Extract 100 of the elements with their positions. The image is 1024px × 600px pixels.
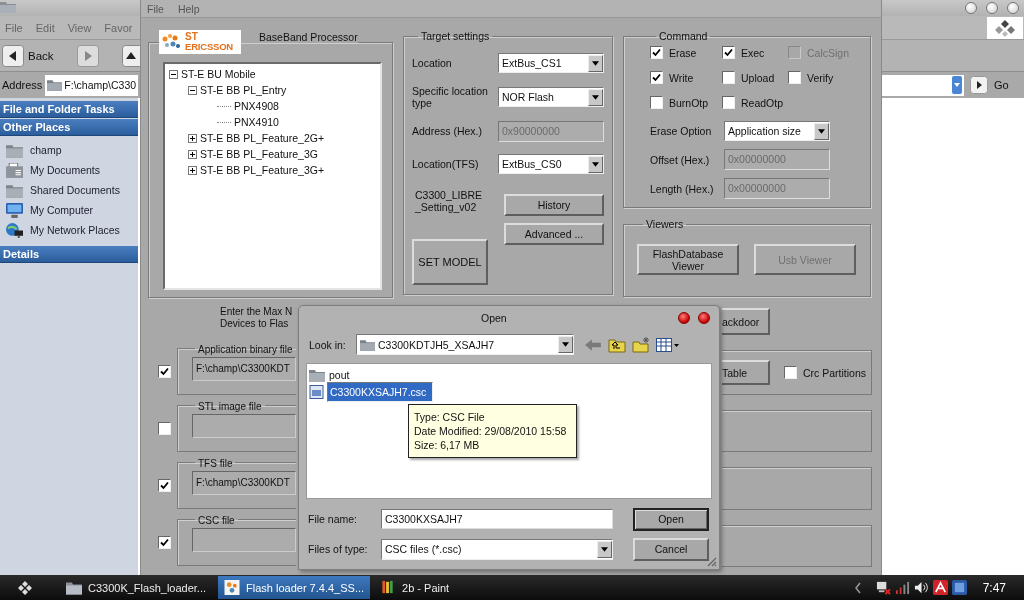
collapse-icon[interactable]	[169, 69, 178, 79]
app-tray-icon[interactable]	[951, 580, 967, 595]
checkbox[interactable]	[158, 422, 171, 435]
clock: 7:47	[982, 580, 1006, 595]
view-menu-icon[interactable]	[656, 337, 680, 352]
network-globe-icon	[6, 222, 23, 238]
window-button[interactable]	[678, 312, 690, 324]
menu-item[interactable]: Help	[177, 2, 200, 15]
group-title: Target settings	[421, 30, 490, 42]
start-icon[interactable]	[18, 580, 32, 595]
resize-grip-icon[interactable]	[705, 555, 717, 567]
tree-node[interactable]: ST-E BB PL_Entry	[200, 84, 287, 96]
up-folder-icon[interactable]	[608, 336, 626, 353]
file-name-field[interactable]: C3300KXSAJH7	[381, 509, 613, 529]
checkbox[interactable]	[158, 365, 171, 378]
caret-icon[interactable]	[558, 336, 573, 353]
tree-node[interactable]: ST-E BB PL_Feature_3G	[200, 148, 318, 160]
back-button[interactable]: Back	[2, 44, 54, 67]
dropdown[interactable]: ExtBus_CS1	[498, 53, 604, 73]
up-arrow-icon[interactable]	[121, 44, 140, 67]
group-title: BaseBand Processor	[259, 31, 358, 43]
collapse-icon[interactable]	[188, 85, 197, 95]
menu-item[interactable]: File	[147, 2, 164, 15]
sidebar-item[interactable]: My Network Places	[6, 220, 138, 240]
group-title: Command	[659, 30, 708, 42]
file-path-field[interactable]	[192, 413, 296, 438]
folder-icon	[47, 79, 63, 91]
checkbox-label: Exec	[741, 46, 765, 59]
caret-icon[interactable]	[588, 54, 603, 72]
file-path-field[interactable]	[192, 527, 296, 552]
antivirus-icon[interactable]	[932, 580, 948, 595]
cancel-button[interactable]: Cancel	[633, 537, 709, 561]
tree-node[interactable]: PNX4908	[234, 100, 279, 112]
dropdown[interactable]: ExtBus_CS0	[498, 154, 604, 174]
dropdown[interactable]: NOR Flash	[498, 87, 604, 107]
list-entry[interactable]: pout	[327, 367, 352, 382]
list-entry[interactable]: C3300KXSAJH7.csc	[327, 381, 433, 402]
address-field[interactable]: F:\champ\C330	[45, 74, 138, 96]
file-path-field[interactable]: F:\champ\C3300KDT	[192, 470, 296, 495]
caret-icon[interactable]	[588, 88, 603, 106]
expand-icon[interactable]	[188, 149, 197, 159]
field-label: Files of type:	[307, 543, 369, 555]
checkbox[interactable]	[784, 366, 797, 379]
window-button[interactable]	[1007, 2, 1019, 14]
sidebar-heading[interactable]: File and Folder Tasks	[0, 101, 138, 118]
advanced-button[interactable]: Advanced ...	[504, 223, 604, 245]
checkbox[interactable]	[722, 46, 735, 59]
caret-icon[interactable]	[597, 540, 612, 558]
expand-icon[interactable]	[188, 133, 197, 143]
file-type-dropdown[interactable]: CSC files (*.csc)	[381, 538, 613, 560]
tree-node[interactable]: ST-E BB PL_Feature_2G+	[200, 132, 325, 144]
address-dropdown[interactable]	[882, 74, 964, 96]
go-button[interactable]: Go	[970, 76, 1009, 94]
chevron-icon[interactable]	[853, 581, 862, 594]
window-button[interactable]	[965, 2, 977, 14]
sidebar-item[interactable]: champ	[6, 140, 138, 160]
checkbox[interactable]	[650, 96, 663, 109]
network-icon[interactable]	[875, 580, 891, 595]
checkbox[interactable]	[158, 479, 171, 492]
field-label: Location	[412, 57, 453, 69]
volume-icon[interactable]	[913, 580, 929, 595]
backdoor-button[interactable]: ackdoor	[722, 308, 770, 335]
taskbar-button[interactable]: 2b - Paint	[374, 576, 456, 599]
group-title: Viewers	[646, 218, 684, 230]
sidebar-item[interactable]: Shared Documents	[6, 180, 138, 200]
sidebar-item[interactable]: My Computer	[6, 200, 138, 220]
close-button[interactable]	[698, 312, 710, 324]
checkbox-label: BurnOtp	[669, 96, 709, 109]
caret-icon[interactable]	[588, 155, 603, 173]
checkbox[interactable]	[158, 536, 171, 549]
checkbox-label: Erase	[669, 46, 697, 59]
file-path-field[interactable]: F:\champ\C3300KDT	[192, 356, 296, 381]
tree-node[interactable]: ST-E BB PL_Feature_3G+	[200, 164, 325, 176]
sidebar-heading[interactable]: Other Places	[0, 119, 138, 136]
open-button[interactable]: Open	[633, 507, 709, 531]
folder-icon	[6, 182, 23, 198]
new-folder-icon[interactable]	[632, 336, 650, 353]
dropdown[interactable]: Application size	[724, 121, 830, 141]
signal-icon[interactable]	[894, 580, 910, 595]
checkbox-label: ReadOtp	[741, 96, 784, 109]
caret-icon[interactable]	[814, 122, 829, 140]
sidebar-heading[interactable]: Details	[0, 246, 138, 263]
taskbar-button[interactable]: Flash loader 7.4.4_SS...	[218, 576, 371, 599]
checkbox[interactable]	[650, 46, 663, 59]
taskbar-button[interactable]: C3300K_Flash_loader...	[60, 576, 213, 599]
window-button[interactable]	[986, 2, 998, 14]
dropdown[interactable]: C3300KDTJH5_XSAJH7	[356, 334, 574, 355]
set-model-button[interactable]: SET MODEL	[412, 239, 488, 285]
tree-node[interactable]: PNX4910	[234, 116, 279, 128]
sidebar-item[interactable]: My Documents	[6, 160, 138, 180]
checkbox[interactable]	[788, 71, 801, 84]
table-button[interactable]: Table	[722, 360, 770, 385]
expand-icon[interactable]	[188, 165, 197, 175]
checkbox[interactable]	[650, 71, 663, 84]
checkbox[interactable]	[722, 96, 735, 109]
history-button[interactable]: History	[504, 194, 604, 216]
field-label: Look in:	[308, 338, 347, 351]
checkbox[interactable]	[722, 71, 735, 84]
tree-node[interactable]: ST-E BU Mobile	[181, 68, 256, 80]
viewer-button[interactable]: FlashDatabase Viewer	[637, 244, 739, 275]
